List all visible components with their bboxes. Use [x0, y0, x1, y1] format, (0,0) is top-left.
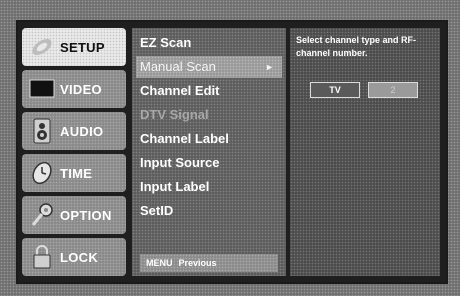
- submenu-arrow-icon: ►: [265, 62, 274, 72]
- menu-item-ez-scan[interactable]: EZ Scan: [136, 32, 282, 54]
- tv-osd-screen: SETUP VIDEO AUDIO TIME OPTION LOCK EZ Sc…: [0, 0, 460, 296]
- osd-menu-frame: SETUP VIDEO AUDIO TIME OPTION LOCK EZ Sc…: [16, 20, 448, 284]
- menu-key-label: MENU: [146, 258, 173, 268]
- tab-setup-label: SETUP: [60, 39, 105, 55]
- previous-label: Previous: [178, 258, 217, 268]
- tab-setup[interactable]: SETUP: [22, 28, 126, 66]
- menu-item-label: Input Label: [140, 179, 210, 194]
- lock-icon: [28, 243, 56, 271]
- tab-audio-label: AUDIO: [60, 123, 104, 139]
- help-text: Select channel type and RF-channel numbe…: [296, 35, 417, 58]
- rf-channel-number-field[interactable]: 2: [368, 82, 418, 98]
- setup-icon: [28, 33, 56, 61]
- menu-item-label: SetID: [140, 203, 174, 218]
- category-tabs: SETUP VIDEO AUDIO TIME OPTION LOCK: [18, 22, 128, 282]
- channel-type-field[interactable]: TV: [310, 82, 360, 98]
- tab-time-label: TIME: [60, 165, 93, 181]
- menu-item-manual-scan[interactable]: Manual Scan ►: [136, 56, 282, 78]
- description-panel: Select channel type and RF-channel numbe…: [290, 28, 440, 276]
- menu-item-setid[interactable]: SetID: [136, 200, 282, 222]
- tab-lock-label: LOCK: [60, 249, 99, 265]
- menu-item-label: EZ Scan: [140, 35, 192, 50]
- tab-video-label: VIDEO: [60, 81, 102, 97]
- menu-previous-hint[interactable]: MENU Previous: [140, 254, 278, 272]
- menu-item-label: DTV Signal: [140, 107, 209, 122]
- menu-item-label: Manual Scan: [140, 59, 216, 74]
- tab-video[interactable]: VIDEO: [22, 70, 126, 108]
- video-icon: [28, 75, 56, 103]
- menu-item-input-label[interactable]: Input Label: [136, 176, 282, 198]
- setup-menu-list: EZ Scan Manual Scan ► Channel Edit DTV S…: [132, 28, 286, 276]
- tab-option[interactable]: OPTION: [22, 196, 126, 234]
- tab-option-label: OPTION: [60, 207, 112, 223]
- menu-item-label: Channel Label: [140, 131, 229, 146]
- menu-item-input-source[interactable]: Input Source: [136, 152, 282, 174]
- menu-item-channel-edit[interactable]: Channel Edit: [136, 80, 282, 102]
- audio-icon: [28, 117, 56, 145]
- tab-time[interactable]: TIME: [22, 154, 126, 192]
- option-icon: [28, 201, 56, 229]
- menu-item-channel-label[interactable]: Channel Label: [136, 128, 282, 150]
- menu-item-label: Channel Edit: [140, 83, 220, 98]
- time-icon: [28, 159, 56, 187]
- menu-item-label: Input Source: [140, 155, 220, 170]
- tab-audio[interactable]: AUDIO: [22, 112, 126, 150]
- menu-item-dtv-signal: DTV Signal: [136, 104, 282, 126]
- tab-lock[interactable]: LOCK: [22, 238, 126, 276]
